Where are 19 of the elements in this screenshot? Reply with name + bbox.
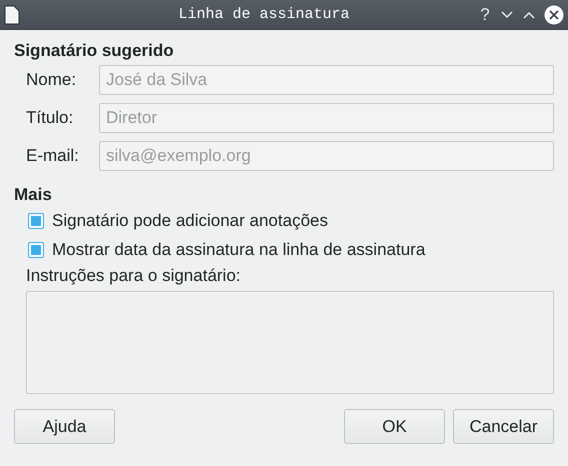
window-title: Linha de assinatura: [177, 6, 351, 23]
ok-button[interactable]: OK: [344, 409, 445, 444]
field-label: Título:: [26, 108, 74, 128]
help-button[interactable]: Ajuda: [14, 409, 115, 444]
field-label: Nome:: [26, 70, 78, 90]
checkbox[interactable]: [28, 242, 44, 258]
minimize-icon[interactable]: [500, 10, 514, 20]
checkbox[interactable]: [28, 212, 44, 228]
close-icon[interactable]: [544, 4, 564, 24]
checkbox-label[interactable]: Mostrar data da assinatura na linha de assinatura: [52, 240, 426, 260]
cancel-button[interactable]: Cancelar: [453, 409, 554, 444]
document-icon: [4, 4, 20, 24]
field-label: Instruções para o signatário:: [26, 266, 241, 286]
section-heading: Signatário sugerido: [14, 41, 175, 61]
field-label: E-mail:: [26, 146, 80, 166]
help-button[interactable]: ?: [478, 4, 492, 24]
maximize-icon[interactable]: [522, 10, 536, 20]
checkbox-label[interactable]: Signatário pode adicionar anotações: [52, 210, 328, 230]
section-heading: Mais: [14, 185, 53, 205]
